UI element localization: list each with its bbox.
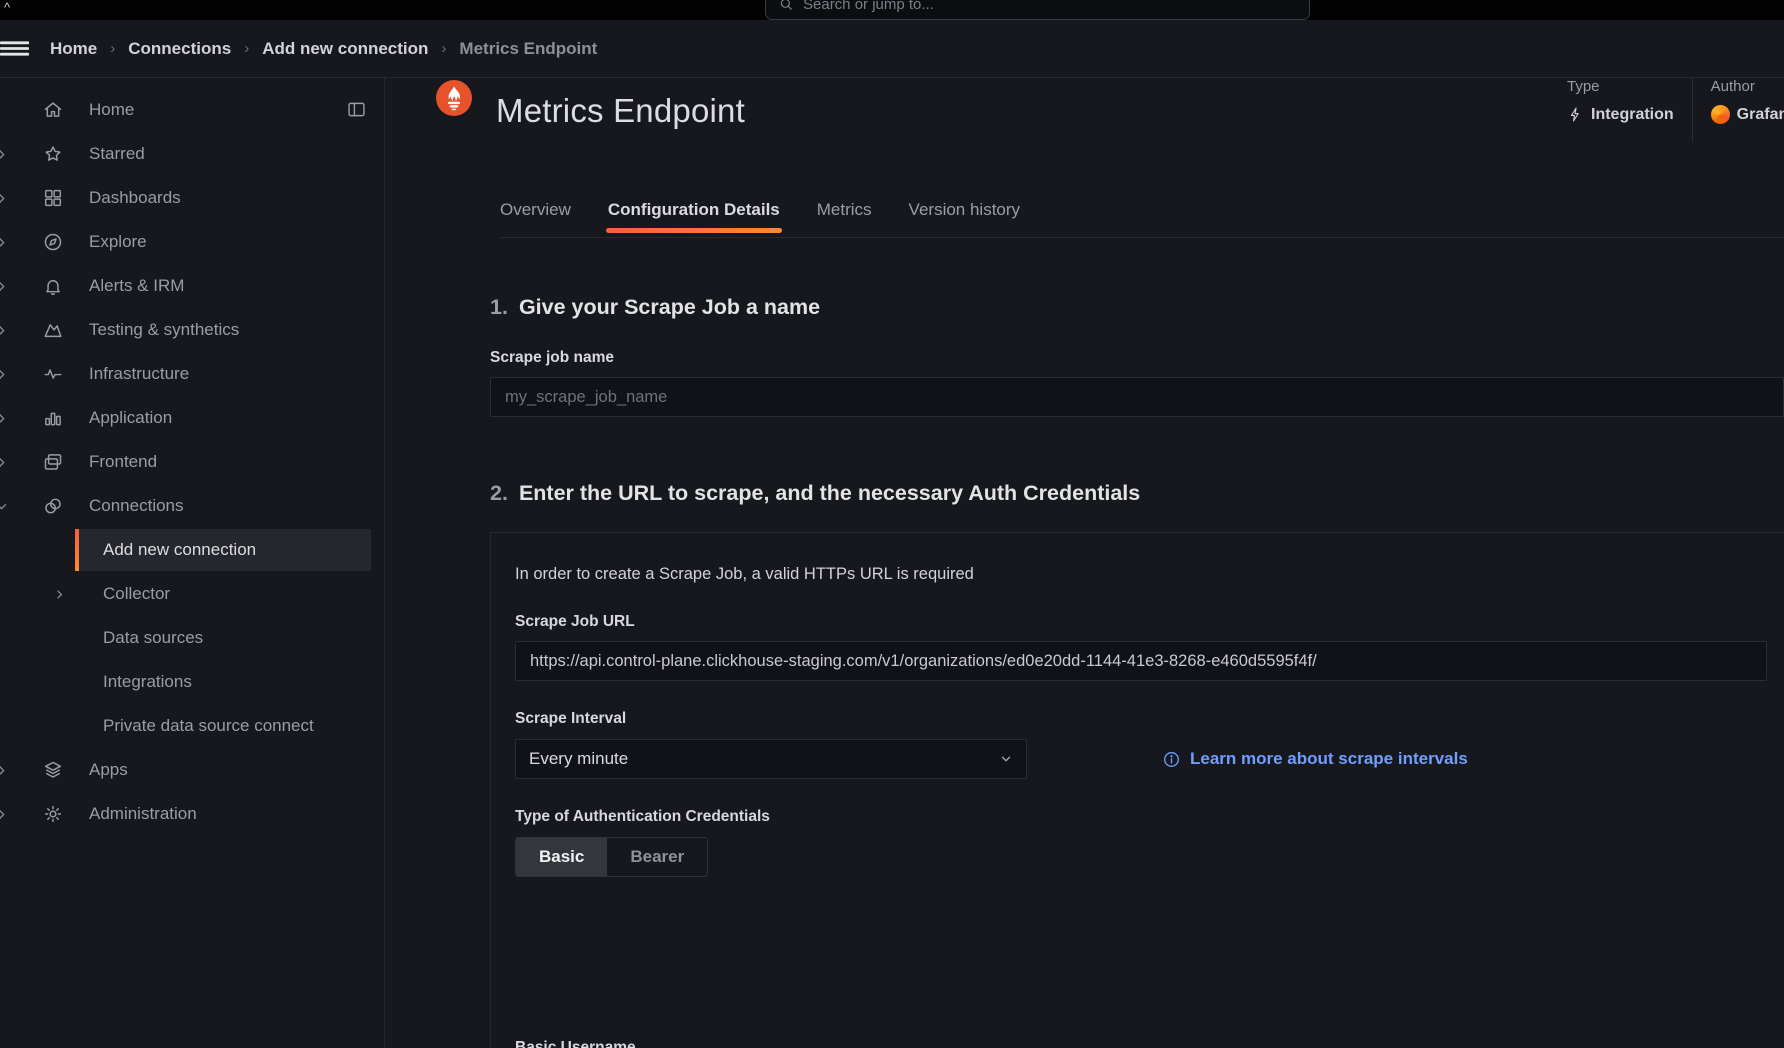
link-rings-icon bbox=[42, 495, 64, 517]
caret-mark: ^ bbox=[4, 1, 10, 14]
breadcrumb-bar: Home › Connections › Add new connection … bbox=[0, 20, 1784, 78]
sidebar-item-add-new-connection[interactable]: Add new connection bbox=[0, 528, 384, 572]
bell-icon bbox=[42, 275, 64, 297]
gear-icon bbox=[42, 803, 64, 825]
bar-chart-icon bbox=[42, 407, 64, 429]
main-content: Metrics Endpoint Type Integration Author… bbox=[386, 78, 1784, 1048]
scrape-config-panel: In order to create a Scrape Job, a valid… bbox=[490, 532, 1784, 1048]
sidebar-item-home[interactable]: Home bbox=[0, 88, 384, 132]
sidebar-item-connections[interactable]: Connections bbox=[0, 484, 384, 528]
sidebar-item-administration[interactable]: Administration bbox=[0, 792, 384, 836]
chevron-right-icon[interactable] bbox=[0, 410, 10, 427]
sidebar-item-private-data-source-connect[interactable]: Private data source connect bbox=[0, 704, 384, 748]
sidebar-item-apps[interactable]: Apps bbox=[0, 748, 384, 792]
search-placeholder: Search or jump to... bbox=[803, 0, 934, 13]
auth-option-basic[interactable]: Basic bbox=[516, 838, 607, 876]
grafana-logo-icon bbox=[1711, 105, 1730, 124]
breadcrumb-connections[interactable]: Connections bbox=[128, 39, 231, 59]
scrape-job-name-input[interactable] bbox=[490, 377, 1784, 417]
sidebar-item-application[interactable]: Application bbox=[0, 396, 384, 440]
pulse-icon bbox=[42, 363, 64, 385]
author-value: Grafana bbox=[1711, 105, 1784, 124]
tab-metrics[interactable]: Metrics bbox=[817, 200, 872, 237]
meta-type: Type Integration bbox=[1567, 78, 1674, 124]
auth-type-label: Type of Authentication Credentials bbox=[515, 808, 1767, 826]
hamburger-menu-icon[interactable] bbox=[0, 36, 50, 61]
frontend-windows-icon bbox=[42, 451, 64, 473]
tab-version-history[interactable]: Version history bbox=[909, 200, 1021, 237]
page-title: Metrics Endpoint bbox=[496, 92, 745, 130]
mountain-icon bbox=[42, 319, 64, 341]
panel-note: In order to create a Scrape Job, a valid… bbox=[515, 565, 1767, 584]
step2-heading: 2. Enter the URL to scrape, and the nece… bbox=[490, 481, 1784, 506]
compass-icon bbox=[42, 231, 64, 253]
breadcrumb-separator: › bbox=[110, 40, 115, 57]
sidebar-item-integrations[interactable]: Integrations bbox=[0, 660, 384, 704]
type-value: Integration bbox=[1567, 105, 1674, 124]
chevron-down-icon[interactable] bbox=[0, 498, 10, 515]
sidebar-item-starred[interactable]: Starred bbox=[0, 132, 384, 176]
search-icon bbox=[778, 0, 794, 12]
star-icon bbox=[42, 143, 64, 165]
chevron-right-icon[interactable] bbox=[0, 762, 10, 779]
scrape-interval-label: Scrape Interval bbox=[515, 710, 1767, 728]
breadcrumb-separator: › bbox=[441, 40, 446, 57]
meta-author: Author Grafana bbox=[1711, 78, 1784, 124]
chevron-down-icon bbox=[999, 752, 1013, 766]
sidebar-item-collector[interactable]: Collector bbox=[0, 572, 384, 616]
chevron-right-icon[interactable] bbox=[0, 454, 10, 471]
step1-heading: 1. Give your Scrape Job a name bbox=[490, 295, 1784, 320]
breadcrumb-separator: › bbox=[244, 40, 249, 57]
top-strip: ^ Search or jump to... bbox=[0, 0, 1784, 20]
tab-bar: Overview Configuration Details Metrics V… bbox=[500, 161, 1784, 238]
chevron-right-icon[interactable] bbox=[0, 234, 10, 251]
chevron-right-icon[interactable] bbox=[0, 190, 10, 207]
sidebar-item-testing-synthetics[interactable]: Testing & synthetics bbox=[0, 308, 384, 352]
type-label: Type bbox=[1567, 78, 1674, 95]
breadcrumb-metrics-endpoint: Metrics Endpoint bbox=[459, 39, 597, 59]
scrape-interval-select[interactable]: Every minute bbox=[515, 739, 1027, 779]
info-circle-icon bbox=[1162, 750, 1181, 769]
chevron-right-icon[interactable] bbox=[0, 806, 10, 823]
tab-configuration-details[interactable]: Configuration Details bbox=[608, 200, 780, 237]
sidebar-item-explore[interactable]: Explore bbox=[0, 220, 384, 264]
author-label: Author bbox=[1711, 78, 1784, 95]
scrape-interval-row: Every minute Learn more about scrape int… bbox=[515, 728, 1767, 779]
sidebar-item-dashboards[interactable]: Dashboards bbox=[0, 176, 384, 220]
prometheus-icon bbox=[436, 80, 472, 116]
tab-overview[interactable]: Overview bbox=[500, 200, 571, 237]
sidebar-item-infrastructure[interactable]: Infrastructure bbox=[0, 352, 384, 396]
sidebar-item-data-sources[interactable]: Data sources bbox=[0, 616, 384, 660]
basic-username-label: Basic Username bbox=[515, 1039, 1767, 1048]
scrape-job-url-label: Scrape Job URL bbox=[515, 613, 1767, 631]
chevron-right-icon[interactable] bbox=[0, 146, 10, 163]
auth-option-bearer[interactable]: Bearer bbox=[607, 838, 707, 876]
home-icon bbox=[42, 99, 64, 121]
configuration-form: 1. Give your Scrape Job a name Scrape jo… bbox=[490, 295, 1784, 1048]
meta-divider bbox=[1692, 78, 1693, 142]
scrape-job-name-label: Scrape job name bbox=[490, 349, 1784, 367]
chevron-right-icon[interactable] bbox=[0, 322, 10, 339]
sidebar-item-frontend[interactable]: Frontend bbox=[0, 440, 384, 484]
auth-type-segmented-control: Basic Bearer bbox=[515, 837, 708, 877]
dock-menu-icon[interactable] bbox=[346, 99, 367, 120]
breadcrumb: Home › Connections › Add new connection … bbox=[50, 39, 597, 59]
lightning-bolt-icon bbox=[1567, 105, 1584, 124]
header-meta: Type Integration Author Grafana bbox=[1567, 78, 1784, 142]
breadcrumb-home[interactable]: Home bbox=[50, 39, 97, 59]
dashboards-grid-icon bbox=[42, 187, 64, 209]
breadcrumb-add-new-connection[interactable]: Add new connection bbox=[262, 39, 428, 59]
learn-more-scrape-intervals-link[interactable]: Learn more about scrape intervals bbox=[1162, 749, 1468, 769]
scrape-job-url-input[interactable] bbox=[515, 641, 1767, 681]
chevron-right-icon[interactable] bbox=[52, 587, 67, 602]
sidebar: Home Starred Dashboards Explore bbox=[0, 78, 385, 1048]
search-input[interactable]: Search or jump to... bbox=[765, 0, 1310, 20]
sidebar-item-alerts-irm[interactable]: Alerts & IRM bbox=[0, 264, 384, 308]
layers-icon bbox=[42, 759, 64, 781]
chevron-right-icon[interactable] bbox=[0, 278, 10, 295]
chevron-right-icon[interactable] bbox=[0, 366, 10, 383]
